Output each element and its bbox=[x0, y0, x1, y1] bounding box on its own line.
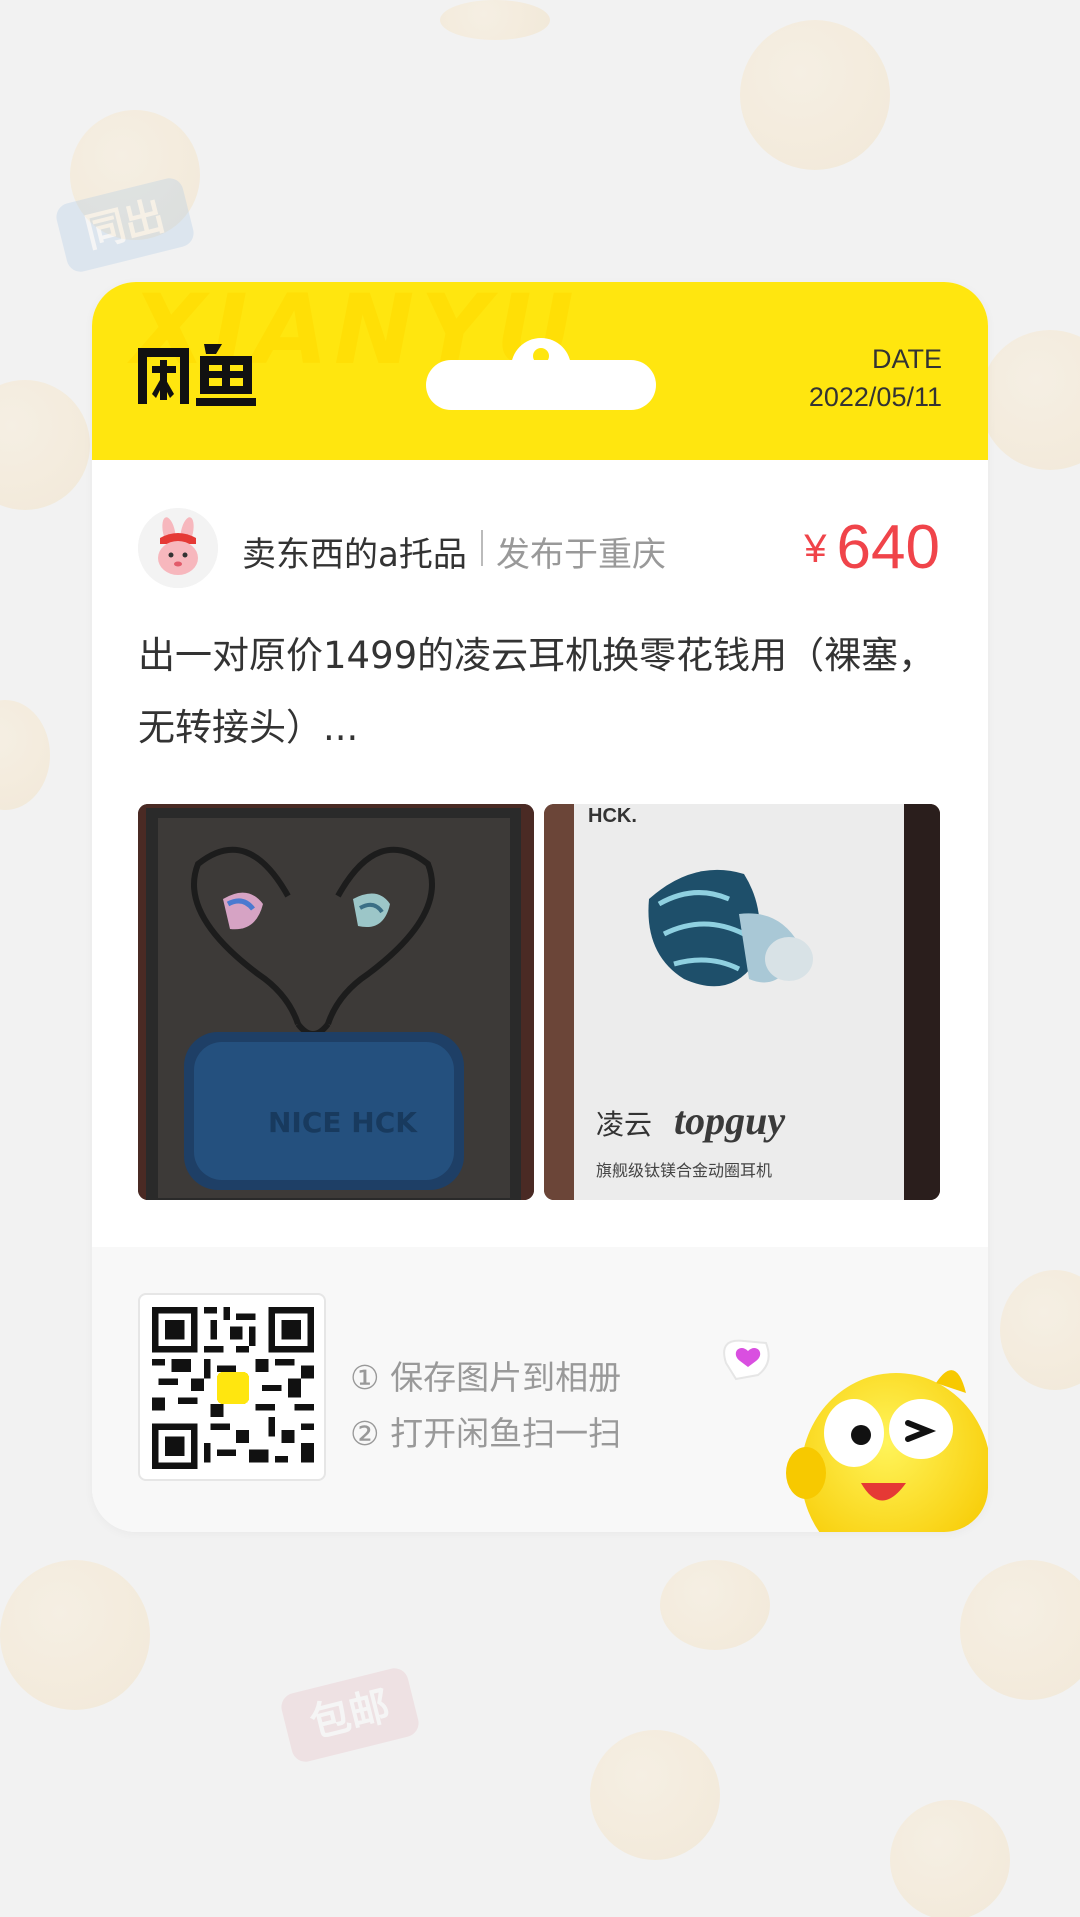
instruction-scan-qr: ② 打开闲鱼扫一扫 bbox=[350, 1414, 622, 1453]
mascot-face-decoration bbox=[980, 330, 1080, 470]
box-brand-text: HCK. bbox=[588, 805, 637, 827]
mascot-face-decoration bbox=[440, 0, 550, 40]
header-notch bbox=[426, 360, 656, 410]
box-subtitle-text: 旗舰级钛镁合金动圈耳机 bbox=[596, 1161, 772, 1180]
publish-location: 发布于重庆 bbox=[496, 535, 666, 575]
svg-text:NICE HCK: NICE HCK bbox=[268, 1106, 418, 1139]
seller-divider bbox=[481, 530, 483, 566]
instruction-save-image: ① 保存图片到相册 bbox=[350, 1358, 622, 1397]
listing-share-card: XIANYU DATE 2022/05/11 卖东西的a托品 发布于重庆 ¥ 6… bbox=[92, 282, 988, 1532]
share-footer: ① 保存图片到相册 ② 打开闲鱼扫一扫 bbox=[92, 1247, 988, 1532]
mascot-face-decoration bbox=[890, 1800, 1010, 1917]
seller-name[interactable]: 卖东西的a托品 bbox=[242, 527, 467, 576]
background-tag: 包邮 bbox=[278, 1665, 422, 1765]
mascot-face-decoration bbox=[0, 700, 50, 810]
mascot-face-decoration bbox=[0, 380, 90, 510]
date-value: 2022/05/11 bbox=[808, 382, 942, 412]
mascot-face-decoration bbox=[660, 1560, 770, 1650]
date-label: DATE bbox=[871, 344, 942, 374]
card-header: XIANYU DATE 2022/05/11 bbox=[92, 282, 988, 460]
qr-code[interactable] bbox=[138, 1293, 326, 1481]
listing-description: 出一对原价1499的凌云耳机换零花钱用（裸塞，无转接头）... bbox=[138, 634, 936, 749]
xianyu-logo bbox=[136, 342, 256, 408]
mascot-face-decoration bbox=[960, 1560, 1080, 1700]
box-name-text: 凌云 bbox=[596, 1108, 652, 1141]
mascot-face-decoration bbox=[1000, 1270, 1080, 1390]
mascot-face-decoration bbox=[0, 1560, 150, 1710]
box-model-text: topguy bbox=[674, 1098, 785, 1143]
earphone-box-photo[interactable]: HCK. 凌云 topguy 旗舰级钛镁合金动圈耳机 bbox=[544, 804, 940, 1200]
mascot-face-decoration bbox=[590, 1730, 720, 1860]
price-amount: 640 bbox=[836, 513, 940, 582]
earphones-in-case-photo[interactable]: NICE HCK bbox=[138, 804, 534, 1200]
price: ¥640 bbox=[804, 512, 940, 583]
mascot-face-decoration bbox=[740, 20, 890, 170]
mascot-icon bbox=[696, 1323, 988, 1532]
price-currency: ¥ bbox=[804, 527, 827, 571]
rabbit-avatar-icon[interactable] bbox=[138, 508, 218, 588]
